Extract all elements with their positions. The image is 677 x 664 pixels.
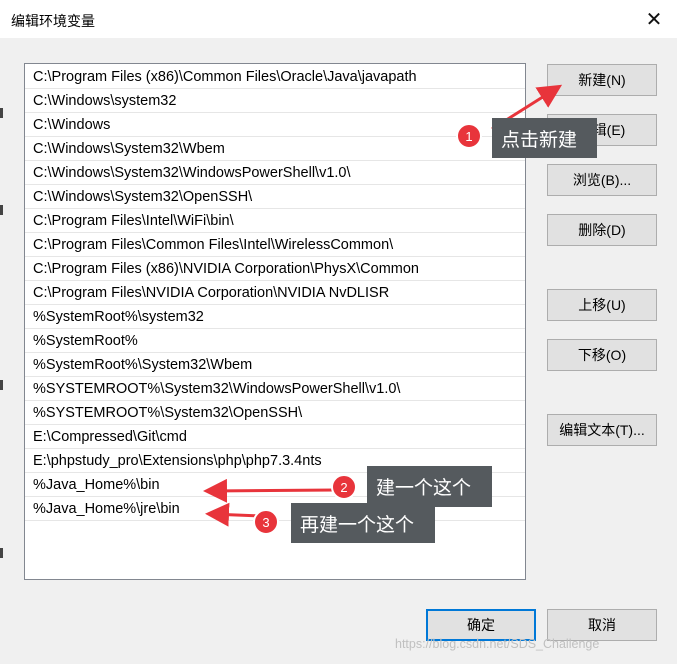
edit-text-button[interactable]: 编辑文本(T)...	[547, 414, 657, 446]
callout-2-number-badge: 2	[331, 474, 357, 500]
path-list-item[interactable]: C:\Windows\System32\OpenSSH\	[25, 185, 525, 209]
path-list-item[interactable]: C:\Program Files\Intel\WiFi\bin\	[25, 209, 525, 233]
callout-3-text: 再建一个这个	[300, 514, 415, 536]
path-list-item[interactable]: %SYSTEMROOT%\System32\WindowsPowerShell\…	[25, 377, 525, 401]
path-list-item[interactable]: C:\Program Files (x86)\Common Files\Orac…	[25, 65, 525, 89]
callout-1-text: 点击新建	[501, 129, 578, 151]
background-edge	[0, 548, 3, 558]
callout-2-text: 建一个这个	[376, 478, 472, 499]
path-list-item[interactable]: E:\Compressed\Git\cmd	[25, 425, 525, 449]
background-edge	[0, 205, 3, 215]
path-list-item[interactable]: C:\Windows\System32\WindowsPowerShell\v1…	[25, 161, 525, 185]
path-list-item[interactable]: C:\Program Files\Common Files\Intel\Wire…	[25, 233, 525, 257]
callout-3: 再建一个这个	[291, 503, 435, 543]
watermark: https://blog.csdn.net/SDS_Challenge	[395, 637, 600, 651]
move-down-button[interactable]: 下移(O)	[547, 339, 657, 371]
path-list-item[interactable]: %SystemRoot%\System32\Wbem	[25, 353, 525, 377]
new-button[interactable]: 新建(N)	[547, 64, 657, 96]
path-list-item[interactable]: C:\Windows	[25, 113, 525, 137]
callout-1-number-badge: 1	[456, 123, 482, 149]
window-title: 编辑环境变量	[11, 13, 95, 29]
browse-button[interactable]: 浏览(B)...	[547, 164, 657, 196]
path-list-item[interactable]: %SystemRoot%	[25, 329, 525, 353]
background-edge	[0, 108, 3, 118]
callout-1: 点击新建	[492, 118, 597, 158]
path-list-item[interactable]: %SYSTEMROOT%\System32\OpenSSH\	[25, 401, 525, 425]
delete-button[interactable]: 删除(D)	[547, 214, 657, 246]
background-edge	[0, 380, 3, 390]
path-list-item[interactable]: C:\Program Files\NVIDIA Corporation\NVID…	[25, 281, 525, 305]
path-list-item[interactable]: C:\Program Files (x86)\NVIDIA Corporatio…	[25, 257, 525, 281]
title-bar: 编辑环境变量 ✕	[0, 0, 677, 38]
move-up-button[interactable]: 上移(U)	[547, 289, 657, 321]
path-list-item[interactable]: C:\Windows\system32	[25, 89, 525, 113]
path-list-item[interactable]: C:\Windows\System32\Wbem	[25, 137, 525, 161]
close-icon[interactable]: ✕	[631, 0, 677, 38]
callout-3-number-badge: 3	[253, 509, 279, 535]
path-list-item[interactable]: %SystemRoot%\system32	[25, 305, 525, 329]
callout-2: 建一个这个	[367, 466, 492, 507]
